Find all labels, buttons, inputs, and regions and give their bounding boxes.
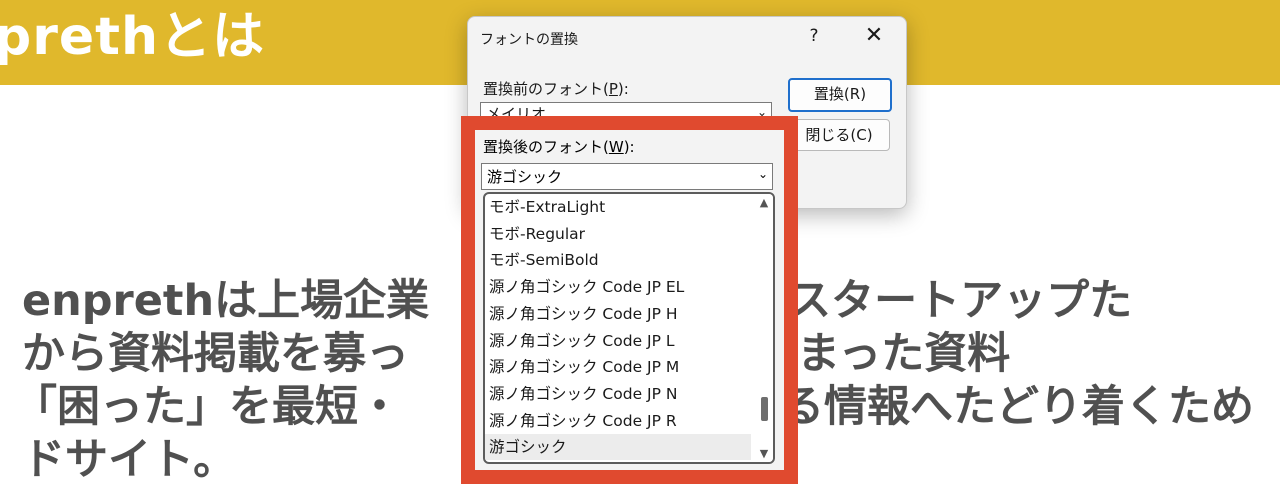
article-line-3-left: 「困った」を最短・ [14,382,401,432]
before-font-label-key: P [608,80,618,98]
before-font-select[interactable]: メイリオ ⌄ [480,102,772,128]
page-title: prethとは [0,7,266,67]
article-line-4-left: ドサイト。 [22,435,237,485]
article-line-1-left: enprethは上場企業 [22,276,430,326]
font-listbox[interactable]: モボ-ExtraLight モボ-Regular モボ-SemiBold 源ノ角… [483,192,775,464]
after-font-value: 游ゴシック [487,168,563,186]
before-font-label: 置換前のフォント(P): [483,78,629,99]
chevron-down-icon: ⌄ [756,105,767,119]
scroll-thumb[interactable] [761,397,768,421]
font-list-item[interactable]: 源ノ角ゴシック Code JP N [489,381,751,407]
font-list-item-selected[interactable]: 游ゴシック [485,434,751,461]
after-font-label-text: 置換後のフォント( [483,138,609,156]
triangle-down-icon[interactable]: ▼ [758,447,770,460]
article-line-3-right: る情報へたどり着くため [781,382,1254,432]
after-font-label: 置換後のフォント(W): [483,136,635,157]
before-font-value: メイリオ [486,105,547,123]
font-list-item[interactable]: 源ノ角ゴシック Code JP M [489,354,751,380]
replace-button[interactable]: 置換(R) [788,78,892,112]
font-list-item[interactable]: モボ-SemiBold [489,247,751,273]
after-font-label-key: W [608,138,624,156]
help-button[interactable]: ? [804,26,824,48]
before-font-label-text: 置換前のフォント( [483,80,609,98]
close-button[interactable]: 閉じる(C) [788,119,890,151]
font-list-item[interactable]: 源ノ角ゴシック Code JP R [489,408,751,434]
dialog-title: フォントの置換 [480,32,578,48]
before-font-label-suffix: ): [617,80,629,98]
close-icon[interactable]: ✕ [862,23,886,49]
after-font-select[interactable]: 游ゴシック ⌄ [481,163,773,190]
triangle-up-icon[interactable]: ▲ [758,196,770,209]
font-list-item[interactable]: 源ノ角ゴシック Code JP L [489,328,751,354]
font-list-item[interactable]: 源ノ角ゴシック Code JP H [489,301,751,327]
listbox-scrollbar[interactable]: ▲ ▼ [755,194,773,462]
chevron-down-icon: ⌄ [757,167,768,181]
article-line-2-left: から資料掲載を募っ [22,329,409,379]
replacement-font-section: 置換後のフォント(W): 游ゴシック ⌄ モボ-ExtraLight モボ-Re… [475,130,784,470]
after-font-label-suffix: ): [623,138,635,156]
font-list-item[interactable]: モボ-ExtraLight [489,194,751,220]
font-list-item[interactable]: モボ-Regular [489,221,751,247]
font-list-item[interactable]: 源ノ角ゴシック Code JP EL [489,274,751,300]
